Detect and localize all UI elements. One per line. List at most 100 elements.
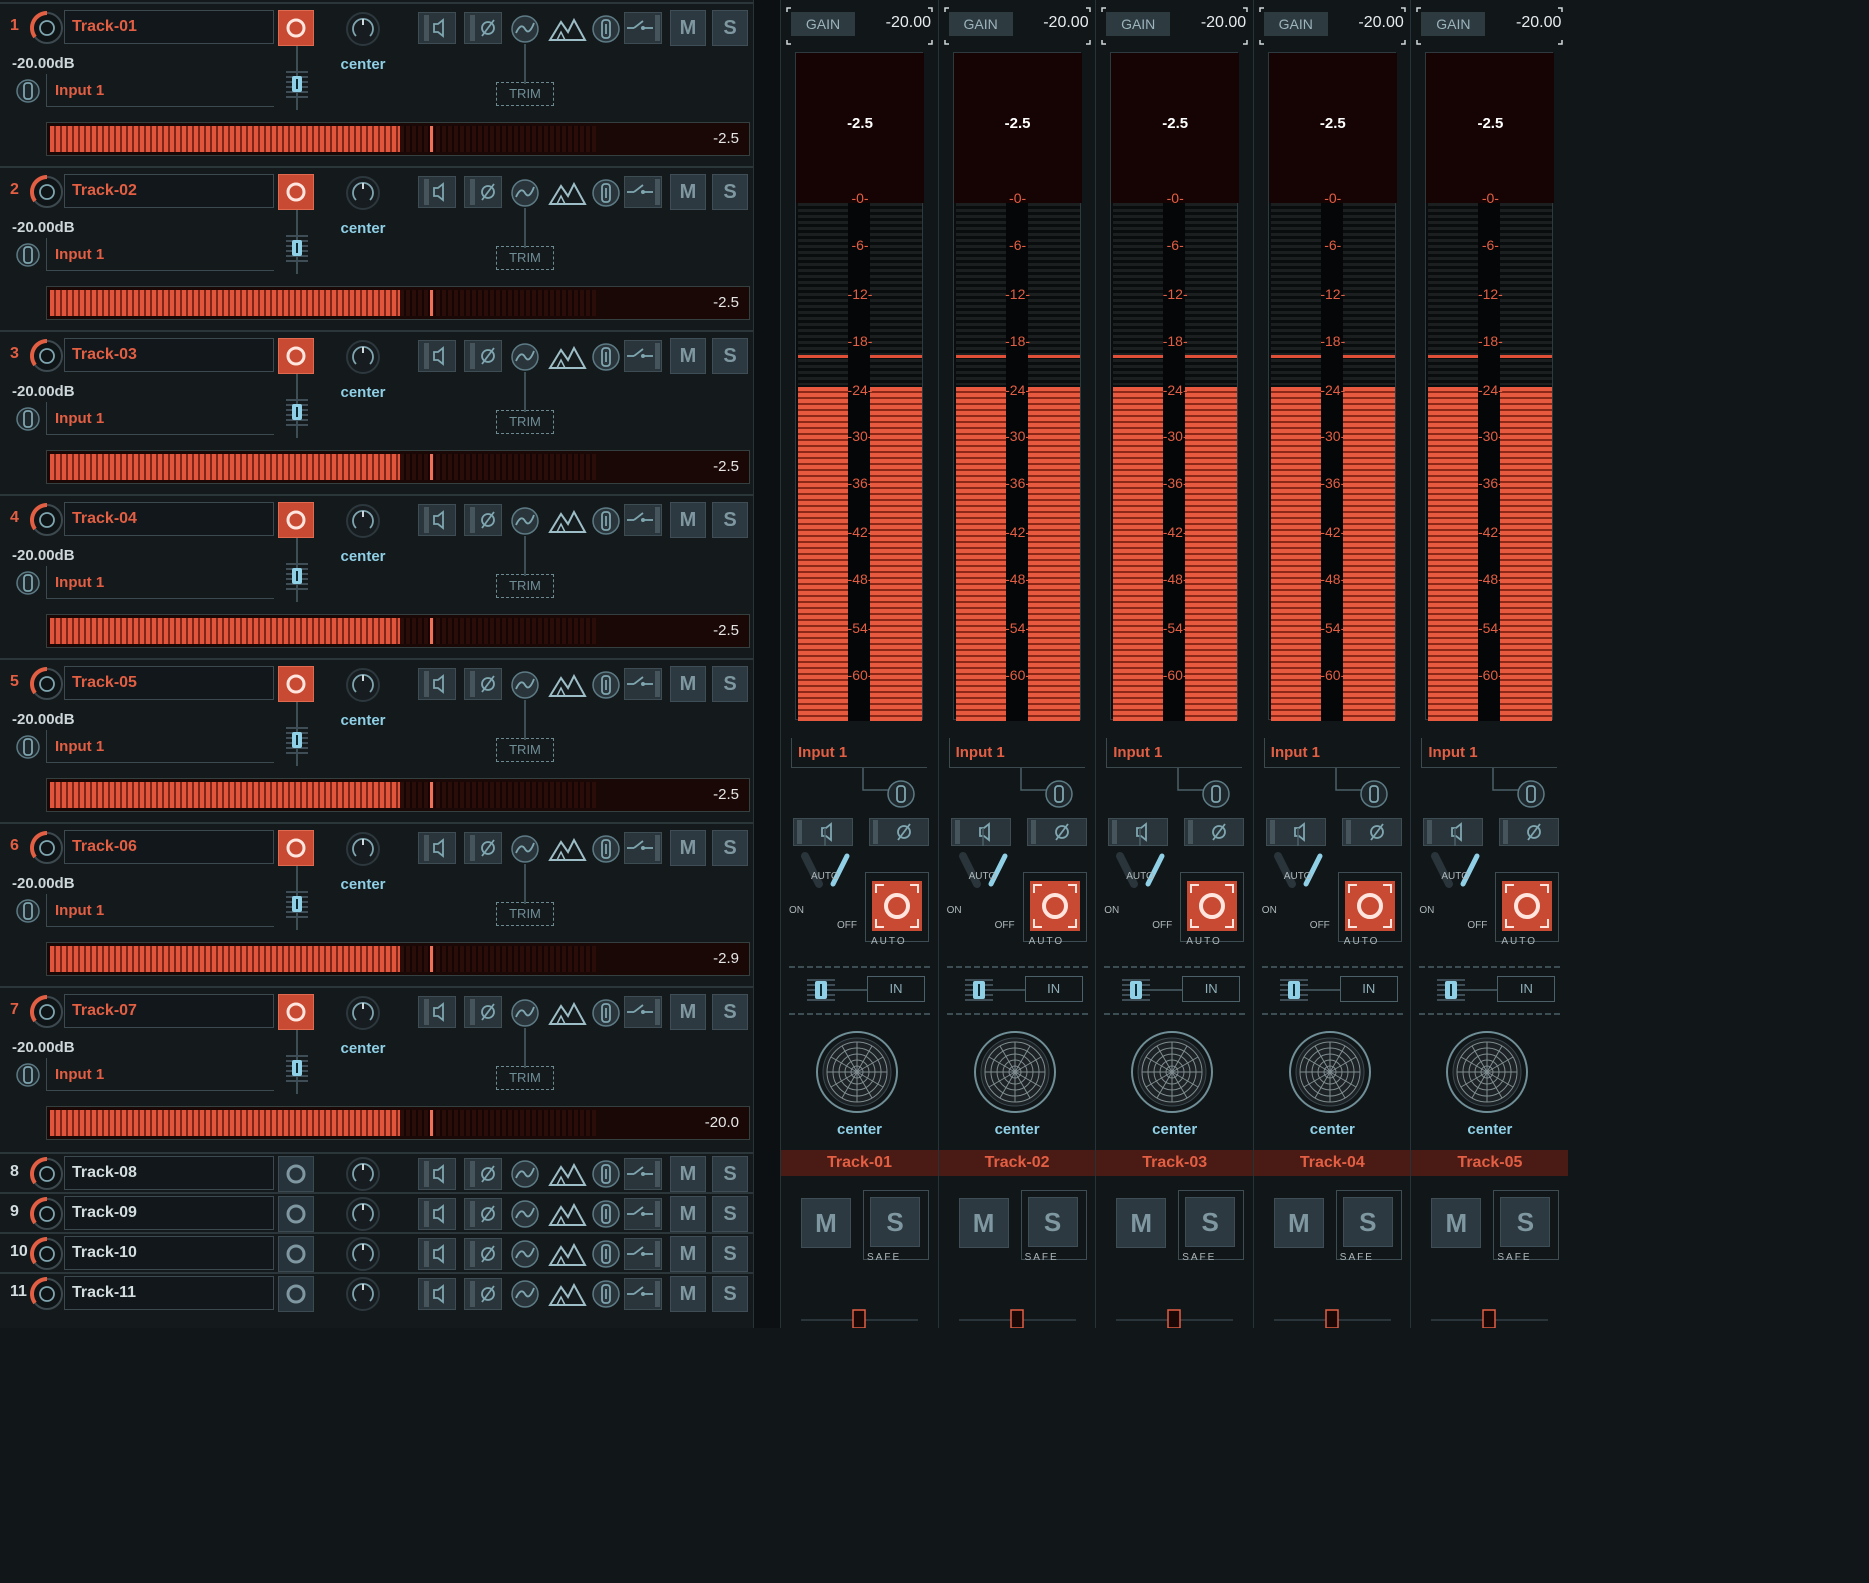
input-selector[interactable]: Input 1 <box>1106 738 1243 768</box>
surround-panner-icon[interactable] <box>1288 1030 1372 1118</box>
solo-button[interactable]: S <box>712 338 748 374</box>
panel-divider[interactable] <box>754 0 780 1328</box>
solo-button[interactable]: S <box>1342 1197 1393 1247</box>
pan-knob-icon[interactable] <box>344 10 382 52</box>
phase-invert-button[interactable] <box>1499 818 1560 846</box>
gain-value[interactable]: -20.00 <box>1491 14 1561 32</box>
eq-curve-icon[interactable] <box>510 14 540 48</box>
input-trim-icon[interactable] <box>591 1239 621 1273</box>
mute-button[interactable]: M <box>670 666 706 702</box>
routing-button[interactable] <box>624 1238 662 1270</box>
phase-invert-button[interactable] <box>464 340 502 372</box>
mute-button[interactable]: M <box>670 502 706 538</box>
dynamics-icon[interactable] <box>547 998 587 1032</box>
pan-knob-icon[interactable] <box>344 338 382 380</box>
phase-invert-button[interactable] <box>464 1278 502 1310</box>
input-icon[interactable] <box>15 1062 41 1092</box>
input-icon[interactable] <box>15 406 41 436</box>
bottom-fader-handle[interactable] <box>781 1298 938 1328</box>
track-volume-knob-icon[interactable] <box>29 1276 65 1316</box>
track-name-field[interactable]: Track-09 <box>64 1196 274 1230</box>
input-selector[interactable]: Input 1 <box>46 566 274 599</box>
input-trim-icon[interactable] <box>591 670 621 704</box>
phase-invert-button[interactable] <box>464 996 502 1028</box>
track-name-field[interactable]: Track-03 <box>64 338 274 372</box>
mute-button[interactable]: M <box>958 1198 1009 1248</box>
gain-value[interactable]: -20.00 <box>861 14 931 32</box>
track-volume-knob-icon[interactable] <box>29 666 65 706</box>
surround-panner-icon[interactable] <box>973 1030 1057 1118</box>
dynamics-icon[interactable] <box>547 342 587 376</box>
speaker-toggle-button[interactable] <box>418 504 456 536</box>
phase-invert-button[interactable] <box>464 832 502 864</box>
speaker-toggle-button[interactable] <box>418 1158 456 1190</box>
volume-fader-icon[interactable] <box>280 538 314 606</box>
auto-record-button[interactable] <box>1180 872 1245 942</box>
trim-button[interactable]: TRIM <box>496 1066 554 1090</box>
pan-knob-icon[interactable] <box>344 502 382 544</box>
track-volume-knob-icon[interactable] <box>29 502 65 542</box>
trim-button[interactable]: TRIM <box>496 246 554 270</box>
pan-knob-icon[interactable] <box>344 174 382 216</box>
track-volume-knob-icon[interactable] <box>29 338 65 378</box>
record-button[interactable] <box>278 994 314 1030</box>
pan-knob-icon[interactable] <box>344 1235 382 1277</box>
eq-curve-icon[interactable] <box>510 834 540 868</box>
eq-curve-icon[interactable] <box>510 342 540 376</box>
speaker-toggle-button[interactable] <box>418 1278 456 1310</box>
auto-record-button[interactable] <box>1337 872 1402 942</box>
pan-knob-icon[interactable] <box>344 666 382 708</box>
record-button[interactable] <box>278 338 314 374</box>
solo-button[interactable]: S <box>712 502 748 538</box>
track-volume-knob-icon[interactable] <box>29 994 65 1034</box>
input-selector[interactable]: Input 1 <box>948 738 1085 768</box>
routing-button[interactable] <box>624 1278 662 1310</box>
track-name-field[interactable]: Track-01 <box>64 10 274 44</box>
mute-button[interactable]: M <box>670 1156 706 1192</box>
speaker-toggle-button[interactable] <box>418 832 456 864</box>
speaker-toggle-button[interactable] <box>418 340 456 372</box>
automation-switch[interactable] <box>1411 828 1491 902</box>
pan-knob-icon[interactable] <box>344 1275 382 1317</box>
bottom-fader-handle[interactable] <box>939 1298 1096 1328</box>
track-name-field[interactable]: Track-07 <box>64 994 274 1028</box>
strip-name[interactable]: Track-05 <box>1411 1150 1568 1176</box>
input-monitor-button[interactable]: IN <box>1182 976 1241 1002</box>
routing-button[interactable] <box>624 832 662 864</box>
phase-invert-button[interactable] <box>1026 818 1087 846</box>
phase-invert-button[interactable] <box>869 818 929 846</box>
pan-knob-icon[interactable] <box>344 1155 382 1197</box>
input-monitor-button[interactable]: IN <box>1024 976 1083 1002</box>
speaker-toggle-button[interactable] <box>418 1238 456 1270</box>
input-trim-icon[interactable] <box>591 1279 621 1313</box>
volume-fader-icon[interactable] <box>280 866 314 934</box>
mute-button[interactable]: M <box>670 830 706 866</box>
routing-button[interactable] <box>624 1198 662 1230</box>
mute-button[interactable]: M <box>670 338 706 374</box>
strip-name[interactable]: Track-04 <box>1253 1150 1411 1176</box>
mute-button[interactable]: M <box>670 1196 706 1232</box>
pan-knob-icon[interactable] <box>344 830 382 872</box>
input-selector[interactable]: Input 1 <box>46 1058 274 1091</box>
volume-fader-icon[interactable] <box>280 702 314 770</box>
mute-button[interactable]: M <box>1273 1198 1324 1248</box>
record-button[interactable] <box>278 1236 314 1272</box>
input-selector[interactable]: Input 1 <box>1263 738 1400 768</box>
record-button[interactable] <box>278 666 314 702</box>
phase-invert-button[interactable] <box>464 1158 502 1190</box>
phase-invert-button[interactable] <box>464 1198 502 1230</box>
dynamics-icon[interactable] <box>547 178 587 212</box>
dynamics-icon[interactable] <box>547 1159 587 1193</box>
dynamics-icon[interactable] <box>547 1239 587 1273</box>
input-trim-icon[interactable] <box>591 506 621 540</box>
gain-value[interactable]: -20.00 <box>1019 14 1088 32</box>
pan-knob-icon[interactable] <box>344 994 382 1036</box>
input-trim-icon[interactable] <box>591 1199 621 1233</box>
record-button[interactable] <box>278 1276 314 1312</box>
input-trim-icon[interactable] <box>591 14 621 48</box>
solo-button[interactable]: S <box>1027 1197 1078 1247</box>
record-button[interactable] <box>278 830 314 866</box>
input-monitor-button[interactable]: IN <box>867 976 925 1002</box>
input-icon[interactable] <box>15 242 41 272</box>
mute-button[interactable]: M <box>670 10 706 46</box>
